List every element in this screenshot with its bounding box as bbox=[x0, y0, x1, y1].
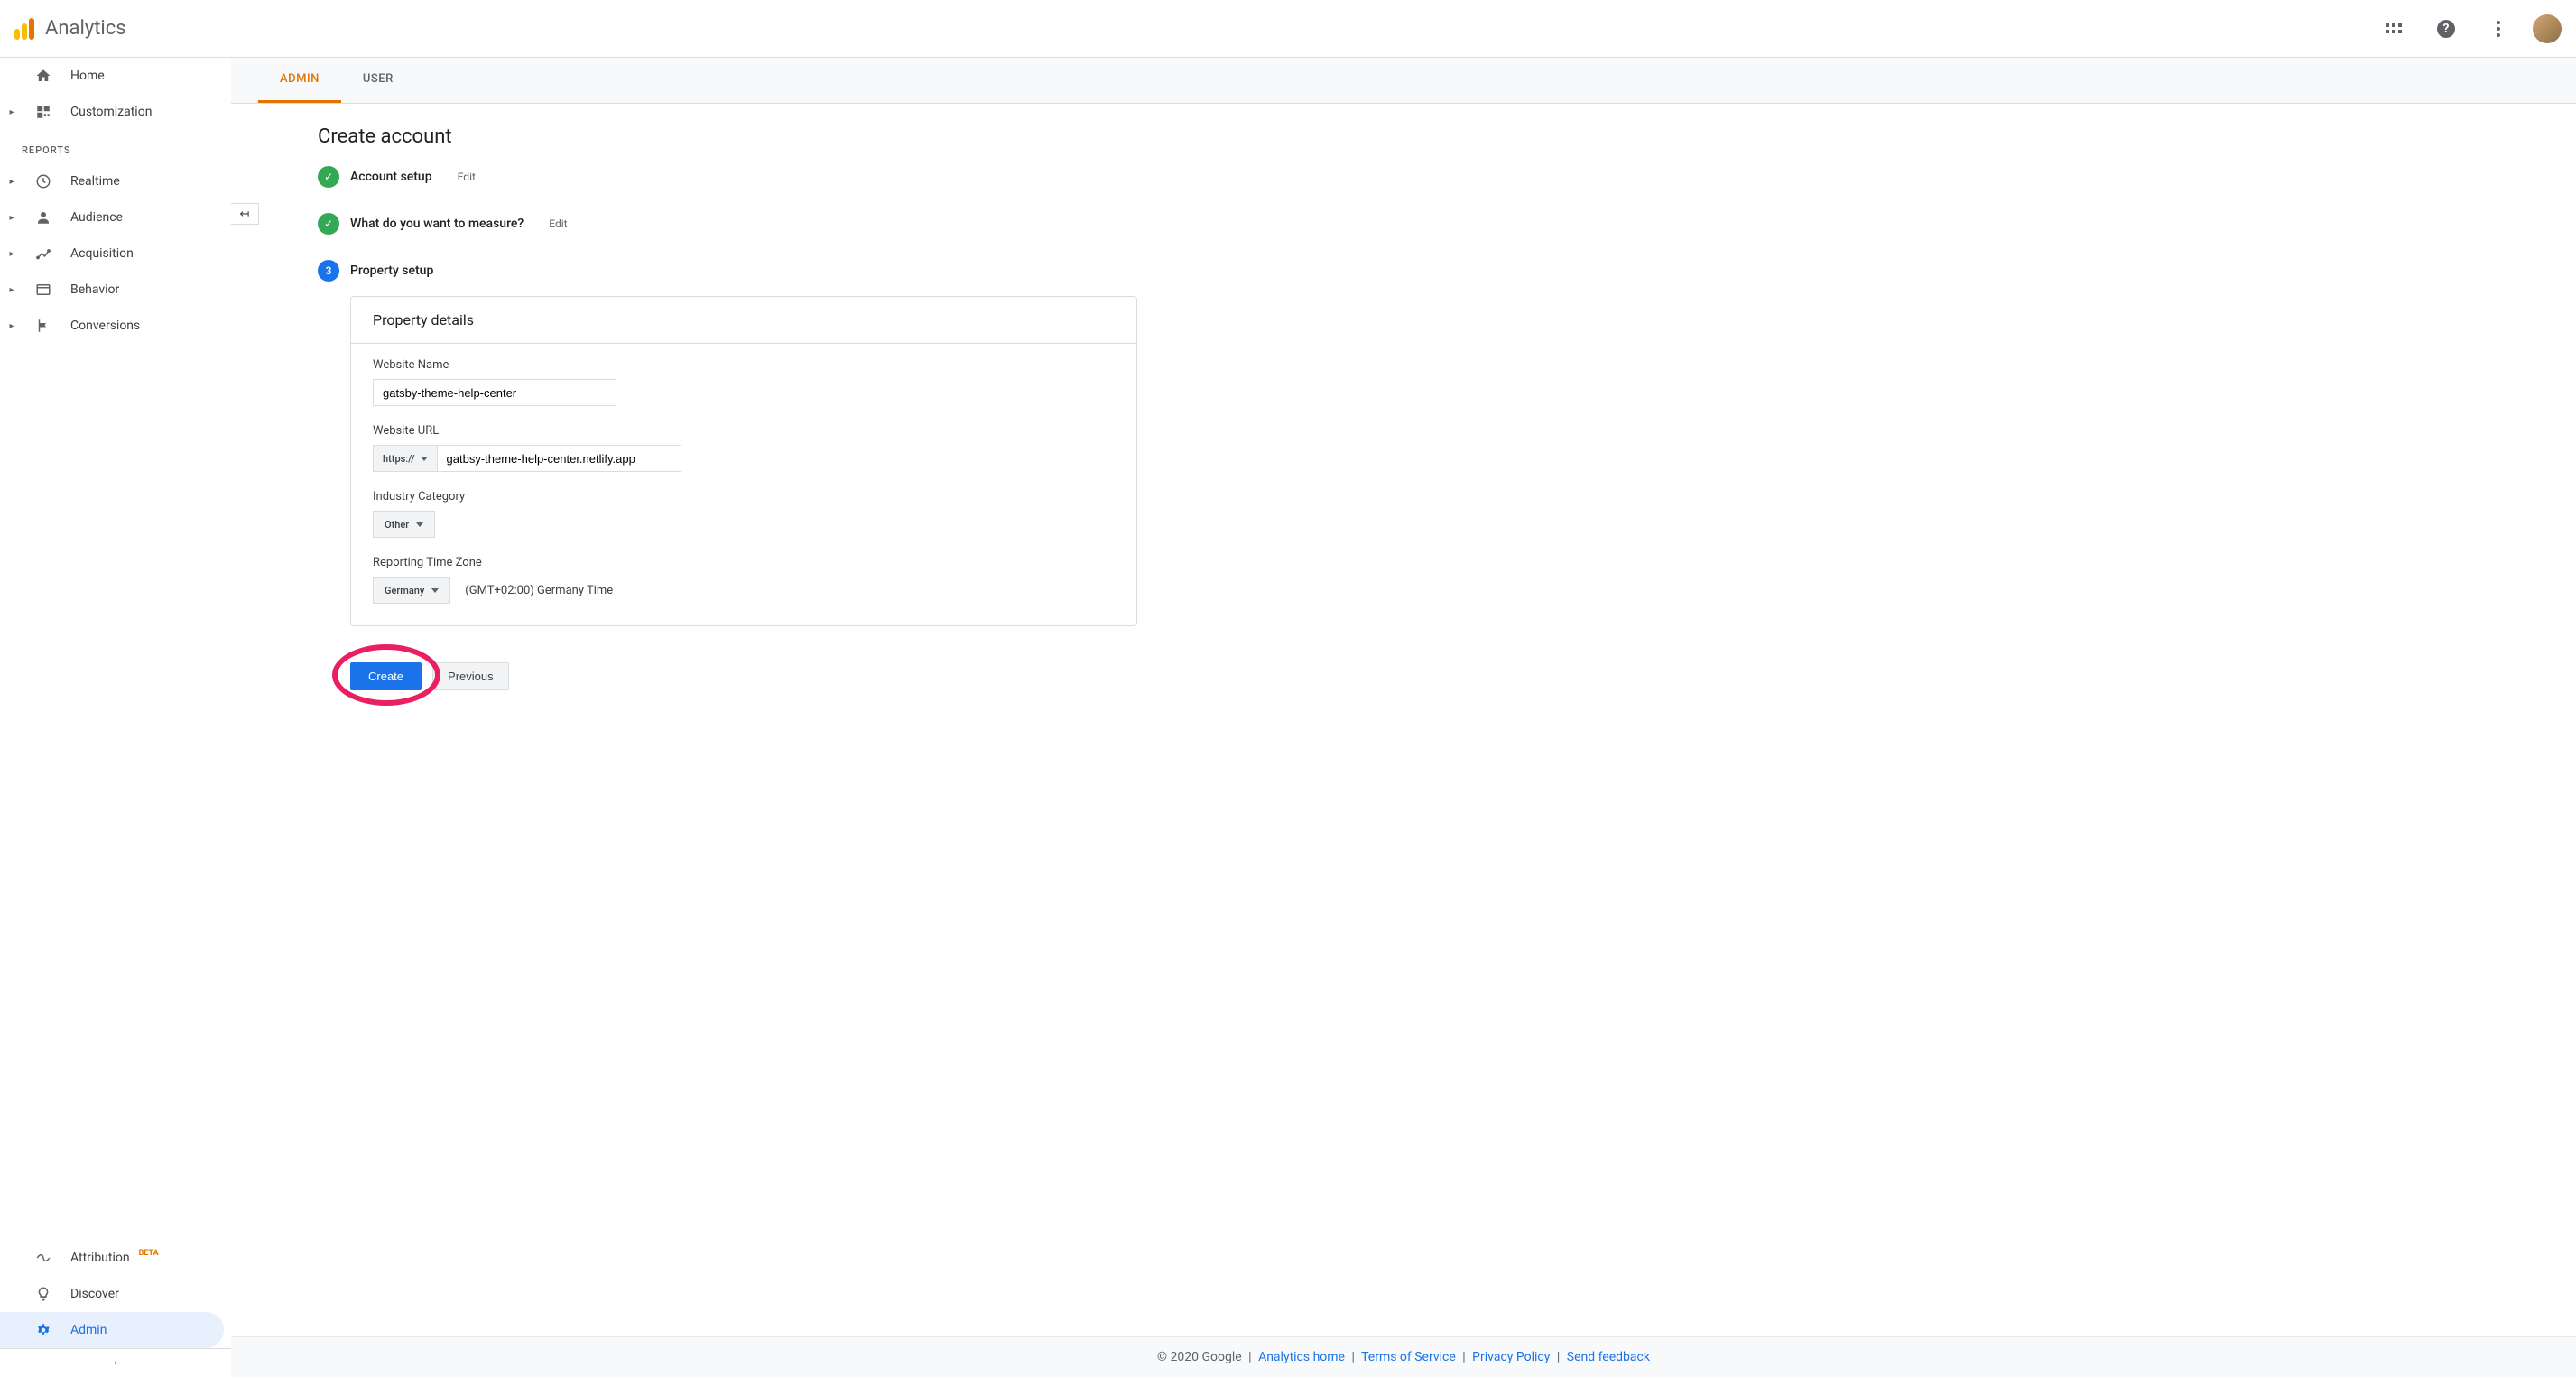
admin-label: Admin bbox=[70, 1323, 107, 1337]
app-header: Analytics ? bbox=[0, 0, 2576, 58]
more-options-button[interactable] bbox=[2480, 11, 2516, 47]
reports-header: REPORTS bbox=[0, 130, 231, 163]
sidebar: Home ▸ Customization REPORTS ▸ Realtime … bbox=[0, 58, 231, 1377]
app-title: Analytics bbox=[45, 17, 126, 40]
sidebar-item-admin[interactable]: Admin bbox=[0, 1312, 224, 1348]
acquisition-icon bbox=[34, 245, 52, 263]
sidebar-item-acquisition[interactable]: ▸ Acquisition bbox=[0, 236, 231, 272]
step1-title: Account setup bbox=[350, 170, 432, 184]
apps-button[interactable] bbox=[2376, 11, 2412, 47]
timezone-text: (GMT+02:00) Germany Time bbox=[465, 584, 613, 597]
step-measure: ✓ What do you want to measure? Edit bbox=[318, 213, 1137, 235]
footer-privacy-link[interactable]: Privacy Policy bbox=[1472, 1350, 1550, 1364]
website-url-label: Website URL bbox=[373, 424, 1115, 438]
timezone-country-value: Germany bbox=[385, 585, 424, 596]
website-url-input[interactable] bbox=[438, 445, 681, 472]
stepper: ✓ Account setup Edit ✓ What do you want … bbox=[318, 166, 1137, 282]
user-avatar[interactable] bbox=[2533, 14, 2562, 43]
footer-copyright: © 2020 Google bbox=[1157, 1350, 1242, 1364]
tab-user[interactable]: USER bbox=[341, 58, 415, 103]
sidebar-item-customization[interactable]: ▸ Customization bbox=[0, 94, 231, 130]
behavior-label: Behavior bbox=[70, 282, 119, 297]
flag-icon bbox=[34, 317, 52, 335]
caret-down-icon bbox=[416, 522, 423, 527]
industry-label: Industry Category bbox=[373, 490, 1115, 504]
sidebar-item-discover[interactable]: Discover bbox=[0, 1276, 231, 1312]
card-title: Property details bbox=[351, 297, 1136, 344]
sidebar-item-attribution[interactable]: Attribution BETA bbox=[0, 1240, 231, 1276]
footer-analytics-home-link[interactable]: Analytics home bbox=[1258, 1350, 1345, 1364]
back-button[interactable]: ↤ bbox=[231, 203, 259, 225]
main-content: ADMIN USER ↤ Create account ✓ Account se… bbox=[231, 58, 2576, 1377]
step3-title: Property setup bbox=[350, 263, 433, 278]
collapse-sidebar-button[interactable]: ‹ bbox=[0, 1348, 231, 1377]
sidebar-item-home[interactable]: Home bbox=[0, 58, 231, 94]
checkmark-icon: ✓ bbox=[318, 166, 339, 188]
step1-edit-link[interactable]: Edit bbox=[458, 171, 476, 183]
chevron-right-icon: ▸ bbox=[7, 107, 16, 117]
attribution-icon bbox=[34, 1249, 52, 1267]
chevron-right-icon: ▸ bbox=[7, 321, 16, 331]
previous-button[interactable]: Previous bbox=[432, 662, 509, 690]
beta-badge: BETA bbox=[139, 1249, 159, 1258]
sidebar-item-realtime[interactable]: ▸ Realtime bbox=[0, 163, 231, 199]
person-icon bbox=[34, 208, 52, 226]
arrow-back-icon: ↤ bbox=[240, 208, 250, 221]
step-account-setup: ✓ Account setup Edit bbox=[318, 166, 1137, 188]
action-row: Create Previous bbox=[350, 662, 1137, 690]
conversions-label: Conversions bbox=[70, 319, 140, 333]
timezone-label: Reporting Time Zone bbox=[373, 556, 1115, 569]
chevron-left-icon: ‹ bbox=[114, 1356, 117, 1370]
home-label: Home bbox=[70, 69, 105, 83]
sidebar-item-audience[interactable]: ▸ Audience bbox=[0, 199, 231, 236]
footer-feedback-link[interactable]: Send feedback bbox=[1567, 1350, 1650, 1364]
gear-icon bbox=[34, 1321, 52, 1339]
attribution-label: Attribution bbox=[70, 1251, 130, 1265]
footer-terms-link[interactable]: Terms of Service bbox=[1361, 1350, 1456, 1364]
chevron-right-icon: ▸ bbox=[7, 285, 16, 295]
page-title: Create account bbox=[318, 125, 1137, 148]
clock-icon bbox=[34, 172, 52, 190]
checkmark-icon: ✓ bbox=[318, 213, 339, 235]
industry-dropdown[interactable]: Other bbox=[373, 511, 435, 538]
audience-label: Audience bbox=[70, 210, 123, 225]
more-vert-icon bbox=[2497, 21, 2500, 37]
tabs: ADMIN USER bbox=[231, 58, 2576, 103]
sidebar-item-conversions[interactable]: ▸ Conversions bbox=[0, 308, 231, 344]
home-icon bbox=[34, 67, 52, 85]
step-property-setup: 3 Property setup bbox=[318, 260, 1137, 282]
step2-edit-link[interactable]: Edit bbox=[549, 217, 567, 230]
protocol-value: https:// bbox=[383, 453, 415, 465]
behavior-icon bbox=[34, 281, 52, 299]
analytics-logo-icon bbox=[14, 18, 34, 40]
caret-down-icon bbox=[421, 457, 428, 461]
step-number-icon: 3 bbox=[318, 260, 339, 282]
header-right: ? bbox=[2376, 11, 2562, 47]
create-button[interactable]: Create bbox=[350, 662, 422, 690]
apps-grid-icon bbox=[2386, 23, 2402, 33]
chevron-right-icon: ▸ bbox=[7, 177, 16, 187]
website-name-input[interactable] bbox=[373, 379, 616, 406]
customization-icon bbox=[34, 103, 52, 121]
tab-admin[interactable]: ADMIN bbox=[258, 58, 341, 103]
website-name-label: Website Name bbox=[373, 358, 1115, 372]
chevron-right-icon: ▸ bbox=[7, 249, 16, 259]
realtime-label: Realtime bbox=[70, 174, 120, 189]
property-details-card: Property details Website Name Website UR… bbox=[350, 296, 1137, 626]
help-button[interactable]: ? bbox=[2428, 11, 2464, 47]
footer: © 2020 Google | Analytics home | Terms o… bbox=[231, 1336, 2576, 1377]
lightbulb-icon bbox=[34, 1285, 52, 1303]
acquisition-label: Acquisition bbox=[70, 246, 134, 261]
help-icon: ? bbox=[2437, 20, 2455, 38]
industry-value: Other bbox=[385, 519, 409, 531]
protocol-dropdown[interactable]: https:// bbox=[373, 445, 438, 472]
chevron-right-icon: ▸ bbox=[7, 213, 16, 223]
timezone-country-dropdown[interactable]: Germany bbox=[373, 577, 450, 604]
sidebar-item-behavior[interactable]: ▸ Behavior bbox=[0, 272, 231, 308]
customization-label: Customization bbox=[70, 105, 152, 119]
step2-title: What do you want to measure? bbox=[350, 217, 524, 231]
header-left: Analytics bbox=[14, 17, 126, 40]
discover-label: Discover bbox=[70, 1287, 119, 1301]
caret-down-icon bbox=[431, 588, 439, 593]
